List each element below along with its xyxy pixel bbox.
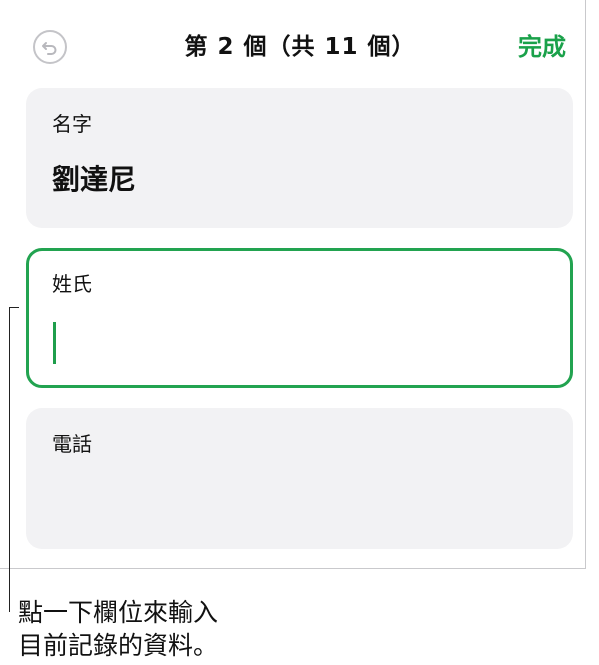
first-name-field[interactable]: 名字 劉達尼 (26, 88, 573, 228)
navigation-bar: 第 2 個（共 11 個） 完成 (0, 0, 586, 88)
callout-leader-line (9, 307, 19, 612)
callout-text: 點一下欄位來輸入 目前記錄的資料。 (18, 596, 218, 662)
form-screen: 第 2 個（共 11 個） 完成 名字 劉達尼 姓氏 電話 (0, 0, 586, 569)
phone-field[interactable]: 電話 (26, 408, 573, 549)
field-value: 劉達尼 (52, 163, 137, 196)
last-name-field[interactable]: 姓氏 (26, 248, 573, 388)
undo-icon (42, 42, 57, 55)
undo-button[interactable] (33, 30, 67, 64)
text-cursor (53, 322, 56, 364)
page-title: 第 2 個（共 11 個） (184, 34, 416, 60)
callout-line-2: 目前記錄的資料。 (18, 631, 219, 660)
field-label: 電話 (52, 432, 92, 456)
field-label: 名字 (52, 112, 92, 136)
field-label: 姓氏 (52, 272, 92, 296)
callout-line-1: 點一下欄位來輸入 (18, 598, 219, 627)
done-button[interactable]: 完成 (518, 30, 566, 64)
